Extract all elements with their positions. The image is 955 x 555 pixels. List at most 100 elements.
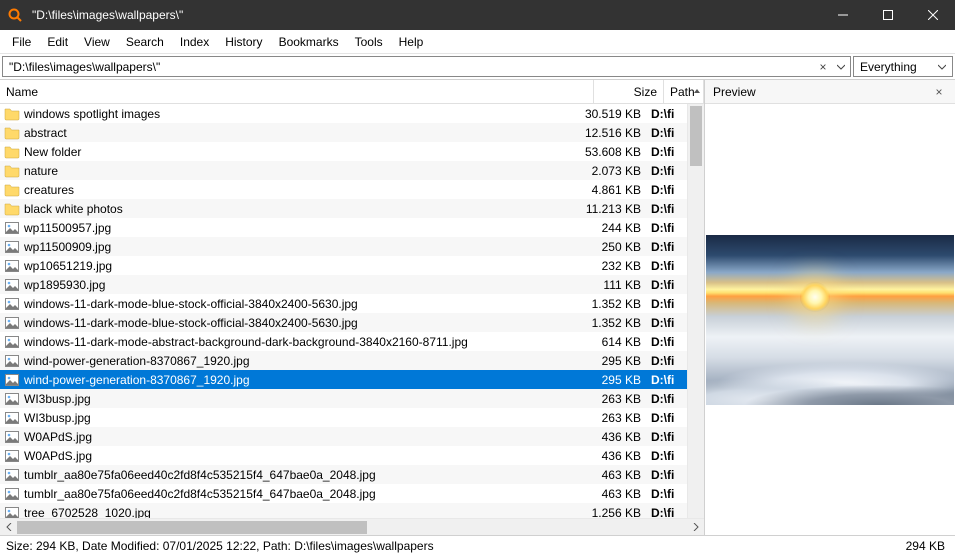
file-name: wind-power-generation-8370867_1920.jpg xyxy=(24,354,577,368)
file-path: D:\fi xyxy=(647,411,687,425)
file-size: 263 KB xyxy=(577,411,647,425)
table-row[interactable]: nature2.073 KBD:\fi xyxy=(0,161,687,180)
file-size: 1.352 KB xyxy=(577,316,647,330)
table-row[interactable]: WI3busp.jpg263 KBD:\fi xyxy=(0,408,687,427)
file-path: D:\fi xyxy=(647,126,687,140)
file-name: tree_6702528_1020.jpg xyxy=(24,506,577,519)
file-size: 11.213 KB xyxy=(577,202,647,216)
file-path: D:\fi xyxy=(647,487,687,501)
table-row[interactable]: creatures4.861 KBD:\fi xyxy=(0,180,687,199)
table-row[interactable]: W0APdS.jpg436 KBD:\fi xyxy=(0,427,687,446)
image-icon xyxy=(4,486,20,502)
table-row[interactable]: windows spotlight images30.519 KBD:\fi xyxy=(0,104,687,123)
search-input[interactable] xyxy=(3,60,814,74)
image-icon xyxy=(4,334,20,350)
table-row[interactable]: New folder53.608 KBD:\fi xyxy=(0,142,687,161)
table-row[interactable]: black white photos11.213 KBD:\fi xyxy=(0,199,687,218)
table-row[interactable]: windows-11-dark-mode-abstract-background… xyxy=(0,332,687,351)
horizontal-scrollbar[interactable] xyxy=(0,518,704,535)
status-text: Size: 294 KB, Date Modified: 07/01/2025 … xyxy=(6,539,849,553)
image-icon xyxy=(4,429,20,445)
clear-search-button[interactable]: × xyxy=(814,60,832,74)
vertical-scrollbar[interactable] xyxy=(687,104,704,518)
file-name: windows spotlight images xyxy=(24,107,577,121)
file-name: wp11500957.jpg xyxy=(24,221,577,235)
menu-tools[interactable]: Tools xyxy=(347,32,391,52)
image-icon xyxy=(4,239,20,255)
file-size: 232 KB xyxy=(577,259,647,273)
results-pane: Name Size Path windows spotlight images3… xyxy=(0,80,705,535)
file-size: 4.861 KB xyxy=(577,183,647,197)
table-row[interactable]: wp1895930.jpg111 KBD:\fi xyxy=(0,275,687,294)
table-row[interactable]: WI3busp.jpg263 KBD:\fi xyxy=(0,389,687,408)
folder-icon xyxy=(4,144,20,160)
column-headers: Name Size Path xyxy=(0,80,704,104)
scroll-right-button[interactable] xyxy=(687,519,704,536)
scroll-left-button[interactable] xyxy=(0,519,17,536)
image-icon xyxy=(4,258,20,274)
filter-label: Everything xyxy=(860,60,917,74)
folder-icon xyxy=(4,201,20,217)
menu-file[interactable]: File xyxy=(4,32,39,52)
menu-edit[interactable]: Edit xyxy=(39,32,76,52)
folder-icon xyxy=(4,106,20,122)
file-size: 111 KB xyxy=(577,278,647,292)
scrollbar-thumb[interactable] xyxy=(690,106,702,166)
file-size: 295 KB xyxy=(577,354,647,368)
table-row[interactable]: wp10651219.jpg232 KBD:\fi xyxy=(0,256,687,275)
menu-view[interactable]: View xyxy=(76,32,118,52)
search-history-dropdown[interactable] xyxy=(832,63,850,71)
menu-bookmarks[interactable]: Bookmarks xyxy=(271,32,347,52)
file-path: D:\fi xyxy=(647,392,687,406)
scrollbar-thumb[interactable] xyxy=(17,521,367,534)
results-list[interactable]: windows spotlight images30.519 KBD:\fiab… xyxy=(0,104,687,518)
minimize-button[interactable] xyxy=(820,0,865,30)
file-size: 244 KB xyxy=(577,221,647,235)
scrollbar-track[interactable] xyxy=(17,521,687,534)
preview-pane: Preview × xyxy=(705,80,955,535)
close-button[interactable] xyxy=(910,0,955,30)
table-row[interactable]: windows-11-dark-mode-blue-stock-official… xyxy=(0,313,687,332)
table-row[interactable]: windows-11-dark-mode-blue-stock-official… xyxy=(0,294,687,313)
table-row[interactable]: wp11500909.jpg250 KBD:\fi xyxy=(0,237,687,256)
file-name: wp11500909.jpg xyxy=(24,240,577,254)
searchbar: × Everything xyxy=(0,54,955,80)
image-icon xyxy=(4,220,20,236)
menu-help[interactable]: Help xyxy=(391,32,432,52)
menu-history[interactable]: History xyxy=(217,32,270,52)
folder-icon xyxy=(4,182,20,198)
table-row[interactable]: tumblr_aa80e75fa06eed40c2fd8f4c535215f4_… xyxy=(0,465,687,484)
file-path: D:\fi xyxy=(647,259,687,273)
file-name: tumblr_aa80e75fa06eed40c2fd8f4c535215f4_… xyxy=(24,487,577,501)
table-row[interactable]: wind-power-generation-8370867_1920.jpg29… xyxy=(0,370,687,389)
titlebar: "D:\files\images\wallpapers\" xyxy=(0,0,955,30)
table-row[interactable]: wp11500957.jpg244 KBD:\fi xyxy=(0,218,687,237)
close-preview-button[interactable]: × xyxy=(931,85,947,99)
table-row[interactable]: abstract12.516 KBD:\fi xyxy=(0,123,687,142)
file-size: 463 KB xyxy=(577,487,647,501)
status-size: 294 KB xyxy=(849,539,949,553)
table-row[interactable]: W0APdS.jpg436 KBD:\fi xyxy=(0,446,687,465)
file-name: WI3busp.jpg xyxy=(24,392,577,406)
image-icon xyxy=(4,467,20,483)
column-path[interactable]: Path xyxy=(664,80,704,103)
menu-search[interactable]: Search xyxy=(118,32,172,52)
image-icon xyxy=(4,391,20,407)
column-name[interactable]: Name xyxy=(0,80,594,103)
file-name: WI3busp.jpg xyxy=(24,411,577,425)
statusbar: Size: 294 KB, Date Modified: 07/01/2025 … xyxy=(0,535,955,555)
file-name: abstract xyxy=(24,126,577,140)
table-row[interactable]: tumblr_aa80e75fa06eed40c2fd8f4c535215f4_… xyxy=(0,484,687,503)
image-icon xyxy=(4,277,20,293)
file-path: D:\fi xyxy=(647,335,687,349)
chevron-down-icon xyxy=(938,63,946,71)
maximize-button[interactable] xyxy=(865,0,910,30)
filter-dropdown[interactable]: Everything xyxy=(853,56,953,77)
table-row[interactable]: wind-power-generation-8370867_1920.jpg29… xyxy=(0,351,687,370)
file-path: D:\fi xyxy=(647,430,687,444)
file-path: D:\fi xyxy=(647,468,687,482)
menu-index[interactable]: Index xyxy=(172,32,217,52)
table-row[interactable]: tree_6702528_1020.jpg1.256 KBD:\fi xyxy=(0,503,687,518)
column-size[interactable]: Size xyxy=(594,80,664,103)
file-path: D:\fi xyxy=(647,107,687,121)
